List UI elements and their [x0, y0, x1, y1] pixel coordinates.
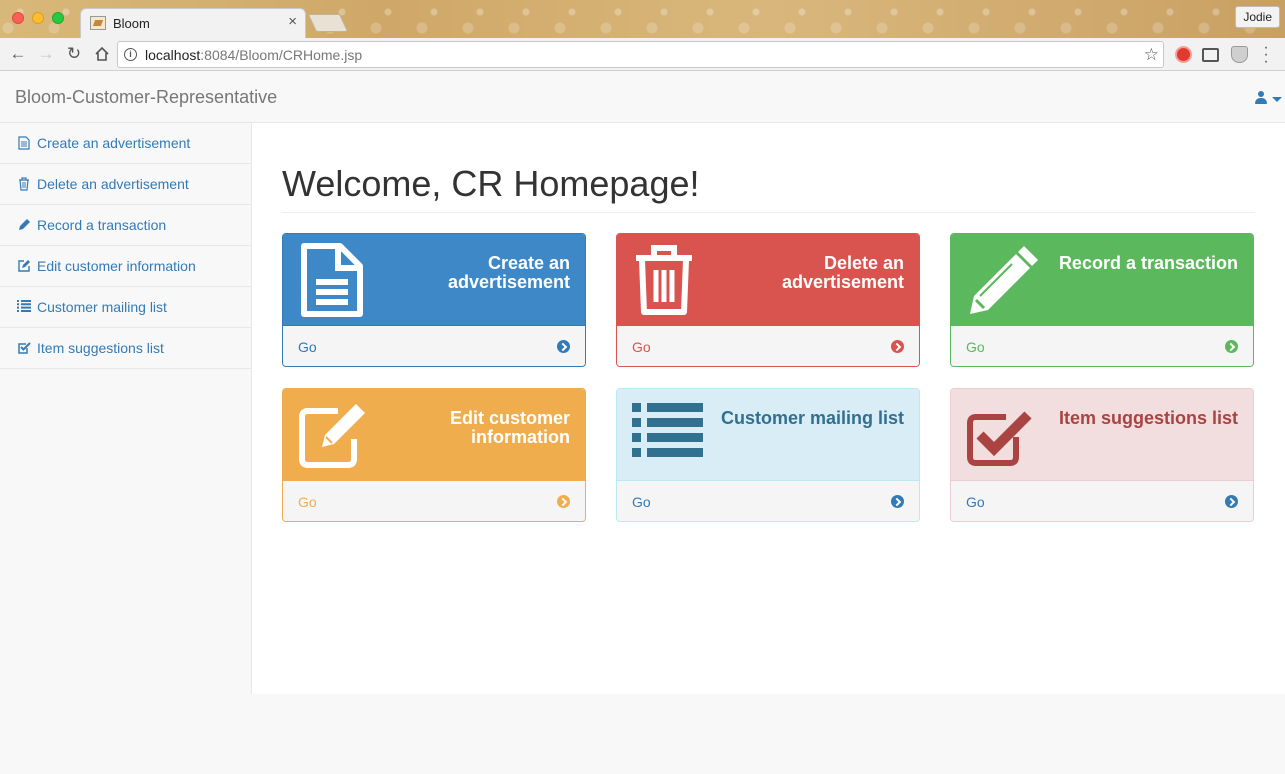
address-bar[interactable]: i localhost:8084/Bloom/CRHome.jsp ☆	[117, 41, 1164, 68]
go-link[interactable]: Go	[632, 339, 651, 355]
page-title: Welcome, CR Homepage!	[282, 163, 700, 204]
panel-edit-customer[interactable]: Edit customer information Go	[282, 388, 586, 522]
go-link[interactable]: Go	[298, 494, 317, 510]
sidebar-item-label: Item suggestions list	[37, 340, 164, 356]
home-icon[interactable]	[92, 44, 112, 64]
sidebar-item-suggestions-list[interactable]: Item suggestions list	[0, 328, 251, 369]
sidebar-item-label: Customer mailing list	[37, 299, 167, 315]
divider	[282, 212, 1255, 213]
extension-icon[interactable]	[1175, 46, 1192, 63]
file-icon	[298, 242, 370, 318]
maximize-window-button[interactable]	[52, 12, 64, 24]
back-arrow-icon[interactable]: ←	[8, 44, 28, 64]
shield-icon[interactable]	[1231, 46, 1248, 63]
panel-record-transaction[interactable]: Record a transaction Go	[950, 233, 1254, 367]
minimize-window-button[interactable]	[32, 12, 44, 24]
panel-title: Record a transaction	[1058, 253, 1238, 273]
sidebar-item-label: Record a transaction	[37, 217, 167, 233]
panel-title: Delete an advertisement	[781, 253, 904, 292]
cast-icon[interactable]	[1202, 48, 1219, 62]
arrow-circle-right-icon	[891, 495, 904, 508]
panel-title: Item suggestions list	[1058, 408, 1238, 428]
menu-dots-icon[interactable]: · · ·	[1262, 40, 1270, 70]
go-link[interactable]: Go	[966, 494, 985, 510]
info-icon[interactable]: i	[124, 48, 137, 61]
favicon-icon	[90, 16, 106, 30]
sidebar-item-delete-advertisement[interactable]: Delete an advertisement	[0, 164, 251, 205]
panel-delete-advertisement[interactable]: Delete an advertisement Go	[616, 233, 920, 367]
browser-toolbar: ← → ↻ i localhost:8084/Bloom/CRHome.jsp …	[0, 38, 1285, 71]
go-link[interactable]: Go	[298, 339, 317, 355]
profile-button[interactable]: Jodie	[1235, 6, 1280, 28]
panel-mailing-list[interactable]: Customer mailing list Go	[616, 388, 920, 522]
tab-close-icon[interactable]: ×	[288, 14, 297, 30]
panel-footer[interactable]: Go	[951, 480, 1253, 521]
panel-suggestions-list[interactable]: Item suggestions list Go	[950, 388, 1254, 522]
arrow-circle-right-icon	[557, 340, 570, 353]
panel-footer[interactable]: Go	[283, 325, 585, 366]
main-content: Welcome, CR Homepage! Create an advertis…	[252, 123, 1285, 694]
sidebar: Create an advertisement Delete an advert…	[0, 123, 252, 694]
arrow-circle-right-icon	[1225, 340, 1238, 353]
sidebar-item-mailing-list[interactable]: Customer mailing list	[0, 287, 251, 328]
close-window-button[interactable]	[12, 12, 24, 24]
panel-footer[interactable]: Go	[617, 325, 919, 366]
panel-heading: Item suggestions list	[951, 389, 1253, 480]
panel-footer[interactable]: Go	[617, 480, 919, 521]
star-icon[interactable]: ☆	[1144, 45, 1159, 65]
panel-create-advertisement[interactable]: Create an advertisement Go	[282, 233, 586, 367]
sidebar-item-label: Create an advertisement	[37, 135, 191, 151]
panel-title: Customer mailing list	[720, 408, 904, 428]
trash-icon	[632, 242, 704, 318]
page-bottom-area	[0, 694, 1285, 774]
panel-heading: Record a transaction	[951, 234, 1253, 325]
sidebar-item-edit-customer[interactable]: Edit customer information	[0, 246, 251, 287]
panel-title: Create an advertisement	[447, 253, 570, 292]
user-icon	[1255, 91, 1267, 104]
reload-icon[interactable]: ↻	[64, 44, 84, 64]
file-icon	[17, 136, 31, 150]
panel-title: Edit customer information	[449, 408, 570, 447]
list-icon	[17, 300, 31, 314]
panel-heading: Edit customer information	[283, 389, 585, 480]
sidebar-item-create-advertisement[interactable]: Create an advertisement	[0, 123, 251, 164]
panel-heading: Delete an advertisement	[617, 234, 919, 325]
url-text: localhost:8084/Bloom/CRHome.jsp	[145, 47, 363, 63]
go-link[interactable]: Go	[632, 494, 651, 510]
edit-icon	[17, 259, 31, 273]
caret-down-icon	[1272, 97, 1282, 102]
sidebar-item-label: Delete an advertisement	[37, 176, 189, 192]
pencil-icon	[966, 242, 1038, 318]
tab-title: Bloom	[113, 16, 150, 31]
panel-footer[interactable]: Go	[283, 480, 585, 521]
edit-icon	[298, 397, 370, 473]
sidebar-item-label: Edit customer information	[37, 258, 196, 274]
browser-tab[interactable]: Bloom ×	[80, 8, 306, 38]
check-square-icon	[966, 397, 1038, 473]
app-navbar: Bloom-Customer-Representative	[0, 72, 1285, 123]
trash-icon	[17, 177, 31, 191]
brand-title[interactable]: Bloom-Customer-Representative	[15, 87, 277, 108]
panel-footer[interactable]: Go	[951, 325, 1253, 366]
pencil-icon	[17, 218, 31, 232]
go-link[interactable]: Go	[966, 339, 985, 355]
panel-heading: Customer mailing list	[617, 389, 919, 480]
arrow-circle-right-icon	[557, 495, 570, 508]
arrow-circle-right-icon	[891, 340, 904, 353]
list-icon	[632, 397, 704, 473]
sidebar-item-record-transaction[interactable]: Record a transaction	[0, 205, 251, 246]
check-square-icon	[17, 341, 31, 355]
arrow-circle-right-icon	[1225, 495, 1238, 508]
panel-heading: Create an advertisement	[283, 234, 585, 325]
forward-arrow-icon[interactable]: →	[36, 44, 56, 64]
